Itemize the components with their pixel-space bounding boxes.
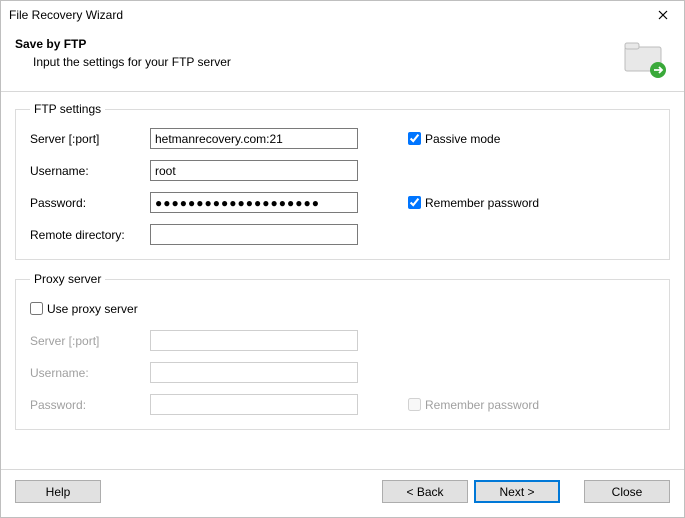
- remember-password-label: Remember password: [425, 196, 539, 210]
- proxy-password-input: [150, 394, 358, 415]
- use-proxy-checkbox[interactable]: Use proxy server: [30, 302, 138, 316]
- close-button[interactable]: Close: [584, 480, 670, 503]
- use-proxy-label: Use proxy server: [47, 302, 138, 316]
- proxy-server-group: Proxy server Use proxy server Server [:p…: [15, 272, 670, 430]
- proxy-username-input: [150, 362, 358, 383]
- page-subtitle: Input the settings for your FTP server: [15, 55, 620, 69]
- ftp-legend: FTP settings: [30, 102, 105, 116]
- ftp-remote-dir-input[interactable]: [150, 224, 358, 245]
- back-button[interactable]: < Back: [382, 480, 468, 503]
- ftp-username-label: Username:: [30, 164, 150, 178]
- folder-ftp-icon: [620, 37, 670, 81]
- proxy-password-label: Password:: [30, 398, 150, 412]
- ftp-remote-dir-label: Remote directory:: [30, 228, 150, 242]
- proxy-username-label: Username:: [30, 366, 150, 380]
- proxy-server-input: [150, 330, 358, 351]
- wizard-header: Save by FTP Input the settings for your …: [1, 29, 684, 91]
- ftp-server-input[interactable]: [150, 128, 358, 149]
- ftp-server-label: Server [:port]: [30, 132, 150, 146]
- title-bar: File Recovery Wizard: [1, 1, 684, 29]
- wizard-window: File Recovery Wizard Save by FTP Input t…: [0, 0, 685, 518]
- ftp-settings-group: FTP settings Server [:port] Passive mode…: [15, 102, 670, 260]
- ftp-password-input[interactable]: [150, 192, 358, 213]
- proxy-remember-password-checkbox: Remember password: [408, 398, 539, 412]
- close-icon[interactable]: [646, 4, 680, 26]
- wizard-footer: Help < Back Next > Close: [1, 469, 684, 517]
- passive-mode-checkbox[interactable]: Passive mode: [408, 132, 500, 146]
- next-button[interactable]: Next >: [474, 480, 560, 503]
- proxy-remember-password-label: Remember password: [425, 398, 539, 412]
- proxy-server-label: Server [:port]: [30, 334, 150, 348]
- proxy-legend: Proxy server: [30, 272, 105, 286]
- remember-password-checkbox[interactable]: Remember password: [408, 196, 539, 210]
- ftp-password-label: Password:: [30, 196, 150, 210]
- help-button[interactable]: Help: [15, 480, 101, 503]
- wizard-content: FTP settings Server [:port] Passive mode…: [1, 92, 684, 469]
- ftp-username-input[interactable]: [150, 160, 358, 181]
- window-title: File Recovery Wizard: [9, 8, 646, 22]
- page-title: Save by FTP: [15, 37, 620, 51]
- passive-mode-label: Passive mode: [425, 132, 500, 146]
